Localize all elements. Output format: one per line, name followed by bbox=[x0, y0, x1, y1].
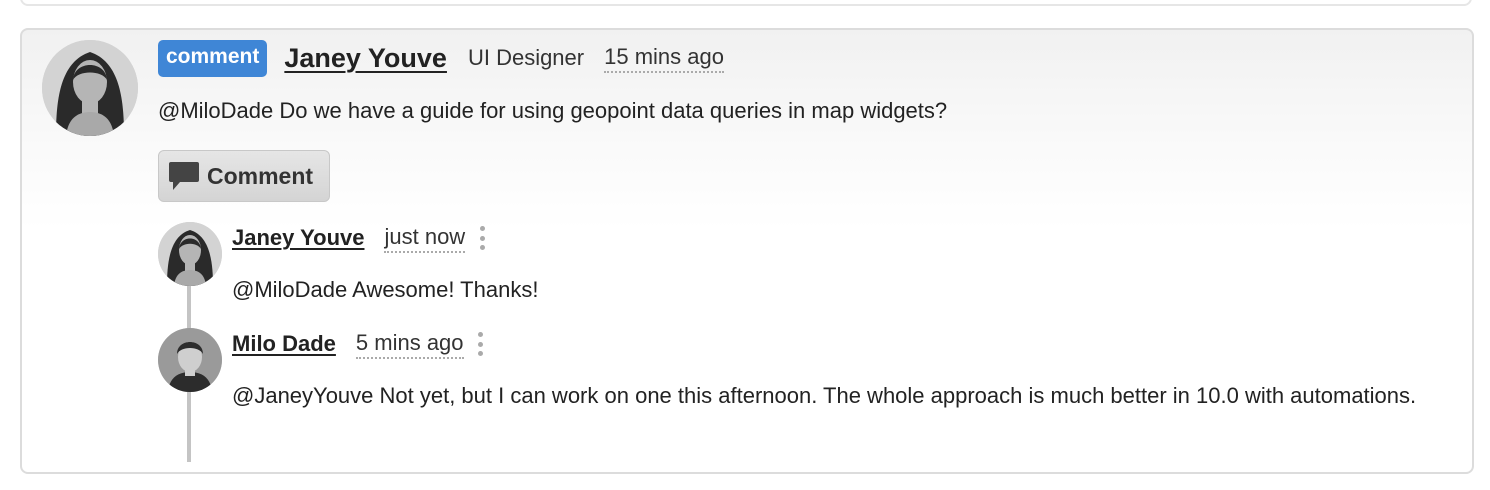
reply-header: Milo Dade 5 mins ago bbox=[232, 329, 486, 359]
author-role: UI Designer bbox=[467, 45, 585, 70]
female-avatar-icon bbox=[158, 222, 222, 286]
avatar-janey-youve[interactable] bbox=[42, 40, 138, 136]
kebab-menu-icon[interactable] bbox=[476, 332, 486, 356]
reply-body: @MiloDade Awesome! Thanks! bbox=[232, 277, 539, 302]
comment-button-label: Comment bbox=[207, 162, 314, 189]
comment-button[interactable]: Comment bbox=[158, 150, 330, 202]
male-avatar-icon bbox=[158, 328, 222, 392]
comment-header: comment Janey Youve UI Designer 15 mins … bbox=[158, 36, 724, 80]
speech-bubble-icon bbox=[169, 162, 199, 190]
comment-timestamp[interactable]: 15 mins ago bbox=[604, 44, 724, 73]
reply-author-link[interactable]: Janey Youve bbox=[232, 225, 364, 251]
reply-timestamp[interactable]: 5 mins ago bbox=[355, 330, 464, 359]
female-avatar-icon bbox=[42, 40, 138, 136]
previous-card-edge bbox=[20, 0, 1472, 6]
reply-body: @JaneyYouve Not yet, but I can work on o… bbox=[232, 383, 1417, 408]
reply-avatar-milo-dade[interactable] bbox=[158, 328, 222, 392]
reply-header: Janey Youve just now bbox=[232, 223, 487, 253]
kebab-menu-icon[interactable] bbox=[477, 226, 487, 250]
author-link[interactable]: Janey Youve bbox=[284, 43, 447, 74]
reply-avatar-janey-youve[interactable] bbox=[158, 222, 222, 286]
comment-body: @MiloDade Do we have a guide for using g… bbox=[158, 98, 948, 123]
reply-author-link[interactable]: Milo Dade bbox=[232, 331, 336, 357]
reply-timestamp[interactable]: just now bbox=[384, 224, 466, 253]
comment-type-badge: comment bbox=[158, 39, 268, 77]
